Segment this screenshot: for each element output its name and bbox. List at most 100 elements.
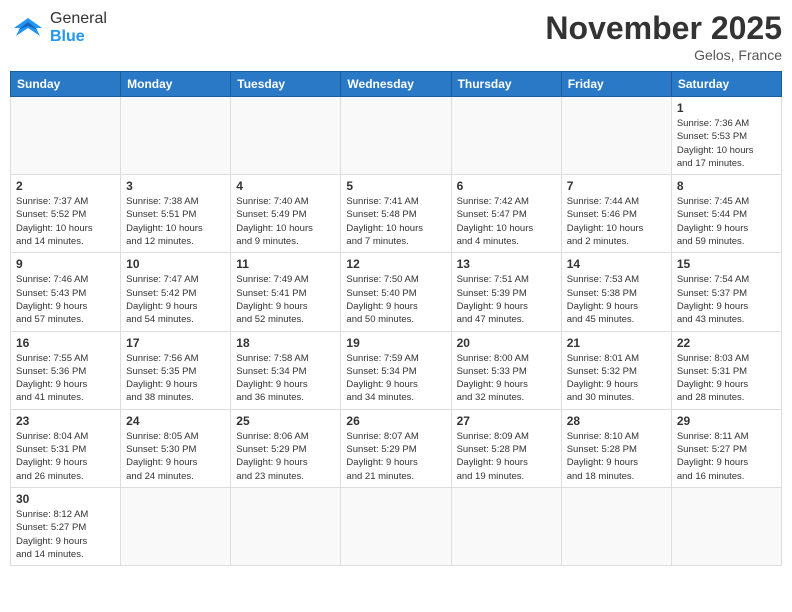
- weekday-header-monday: Monday: [121, 72, 231, 97]
- day-number: 25: [236, 414, 335, 428]
- page-header: General Blue November 2025 Gelos, France: [10, 10, 782, 63]
- day-number: 3: [126, 179, 225, 193]
- calendar-day-cell: 14 Sunrise: 7:53 AM Sunset: 5:38 PM Dayli…: [561, 253, 671, 331]
- day-info: Sunrise: 7:36 AM Sunset: 5:53 PM Dayligh…: [677, 117, 776, 170]
- day-info: Sunrise: 8:04 AM Sunset: 5:31 PM Dayligh…: [16, 430, 115, 483]
- calendar-day-cell: [451, 97, 561, 175]
- calendar-day-cell: 10 Sunrise: 7:47 AM Sunset: 5:42 PM Dayli…: [121, 253, 231, 331]
- calendar-day-cell: [561, 97, 671, 175]
- calendar-day-cell: 19Sunrise: 7:59 AM Sunset: 5:34 PM Dayli…: [341, 331, 451, 409]
- calendar-day-cell: [671, 487, 781, 565]
- calendar-day-cell: 23 Sunrise: 8:04 AM Sunset: 5:31 PM Dayli…: [11, 409, 121, 487]
- day-info: Sunrise: 7:45 AM Sunset: 5:44 PM Dayligh…: [677, 195, 776, 248]
- calendar-day-cell: 18Sunrise: 7:58 AM Sunset: 5:34 PM Dayli…: [231, 331, 341, 409]
- day-info: Sunrise: 8:10 AM Sunset: 5:28 PM Dayligh…: [567, 430, 666, 483]
- day-number: 23: [16, 414, 115, 428]
- day-number: 1: [677, 101, 776, 115]
- day-info: Sunrise: 7:47 AM Sunset: 5:42 PM Dayligh…: [126, 273, 225, 326]
- weekday-header-thursday: Thursday: [451, 72, 561, 97]
- calendar-day-cell: 8 Sunrise: 7:45 AM Sunset: 5:44 PM Daylig…: [671, 175, 781, 253]
- day-number: 6: [457, 179, 556, 193]
- day-info: Sunrise: 8:00 AM Sunset: 5:33 PM Dayligh…: [457, 352, 556, 405]
- day-info: Sunrise: 8:05 AM Sunset: 5:30 PM Dayligh…: [126, 430, 225, 483]
- day-number: 16: [16, 336, 115, 350]
- calendar-day-cell: 30Sunrise: 8:12 AM Sunset: 5:27 PM Dayli…: [11, 487, 121, 565]
- day-info: Sunrise: 7:54 AM Sunset: 5:37 PM Dayligh…: [677, 273, 776, 326]
- calendar-day-cell: 5 Sunrise: 7:41 AM Sunset: 5:48 PM Daylig…: [341, 175, 451, 253]
- logo-icon: [10, 14, 46, 42]
- weekday-header-wednesday: Wednesday: [341, 72, 451, 97]
- day-info: Sunrise: 7:51 AM Sunset: 5:39 PM Dayligh…: [457, 273, 556, 326]
- day-number: 11: [236, 257, 335, 271]
- calendar-day-cell: 2Sunrise: 7:37 AM Sunset: 5:52 PM Daylig…: [11, 175, 121, 253]
- calendar-day-cell: [121, 487, 231, 565]
- calendar-day-cell: 9Sunrise: 7:46 AM Sunset: 5:43 PM Daylig…: [11, 253, 121, 331]
- calendar-week-row: 16 Sunrise: 7:55 AM Sunset: 5:36 PM Dayli…: [11, 331, 782, 409]
- calendar-week-row: 30Sunrise: 8:12 AM Sunset: 5:27 PM Dayli…: [11, 487, 782, 565]
- calendar-week-row: 2Sunrise: 7:37 AM Sunset: 5:52 PM Daylig…: [11, 175, 782, 253]
- day-number: 17: [126, 336, 225, 350]
- calendar-week-row: 23 Sunrise: 8:04 AM Sunset: 5:31 PM Dayli…: [11, 409, 782, 487]
- day-number: 28: [567, 414, 666, 428]
- day-info: Sunrise: 7:53 AM Sunset: 5:38 PM Dayligh…: [567, 273, 666, 326]
- calendar-day-cell: [231, 97, 341, 175]
- day-info: Sunrise: 8:09 AM Sunset: 5:28 PM Dayligh…: [457, 430, 556, 483]
- calendar-day-cell: 16 Sunrise: 7:55 AM Sunset: 5:36 PM Dayli…: [11, 331, 121, 409]
- day-info: Sunrise: 8:06 AM Sunset: 5:29 PM Dayligh…: [236, 430, 335, 483]
- day-number: 21: [567, 336, 666, 350]
- day-info: Sunrise: 7:37 AM Sunset: 5:52 PM Dayligh…: [16, 195, 115, 248]
- day-info: Sunrise: 7:40 AM Sunset: 5:49 PM Dayligh…: [236, 195, 335, 248]
- calendar-day-cell: [561, 487, 671, 565]
- weekday-header-saturday: Saturday: [671, 72, 781, 97]
- calendar-day-cell: 11 Sunrise: 7:49 AM Sunset: 5:41 PM Dayli…: [231, 253, 341, 331]
- calendar-day-cell: [341, 487, 451, 565]
- calendar-day-cell: 20 Sunrise: 8:00 AM Sunset: 5:33 PM Dayli…: [451, 331, 561, 409]
- day-number: 13: [457, 257, 556, 271]
- day-number: 26: [346, 414, 445, 428]
- day-info: Sunrise: 7:42 AM Sunset: 5:47 PM Dayligh…: [457, 195, 556, 248]
- calendar-day-cell: [121, 97, 231, 175]
- logo-text: General Blue: [50, 10, 107, 45]
- day-number: 27: [457, 414, 556, 428]
- calendar-day-cell: 1 Sunrise: 7:36 AM Sunset: 5:53 PM Daylig…: [671, 97, 781, 175]
- day-info: Sunrise: 7:55 AM Sunset: 5:36 PM Dayligh…: [16, 352, 115, 405]
- day-info: Sunrise: 7:41 AM Sunset: 5:48 PM Dayligh…: [346, 195, 445, 248]
- weekday-header-friday: Friday: [561, 72, 671, 97]
- calendar-day-cell: 3 Sunrise: 7:38 AM Sunset: 5:51 PM Daylig…: [121, 175, 231, 253]
- weekday-header-tuesday: Tuesday: [231, 72, 341, 97]
- day-number: 5: [346, 179, 445, 193]
- calendar-day-cell: 22 Sunrise: 8:03 AM Sunset: 5:31 PM Dayli…: [671, 331, 781, 409]
- day-number: 10: [126, 257, 225, 271]
- calendar-day-cell: 4 Sunrise: 7:40 AM Sunset: 5:49 PM Daylig…: [231, 175, 341, 253]
- day-info: Sunrise: 7:49 AM Sunset: 5:41 PM Dayligh…: [236, 273, 335, 326]
- day-number: 12: [346, 257, 445, 271]
- calendar-day-cell: 13 Sunrise: 7:51 AM Sunset: 5:39 PM Dayli…: [451, 253, 561, 331]
- calendar-day-cell: 17Sunrise: 7:56 AM Sunset: 5:35 PM Dayli…: [121, 331, 231, 409]
- day-number: 18: [236, 336, 335, 350]
- month-title: November 2025: [545, 10, 782, 47]
- day-info: Sunrise: 7:46 AM Sunset: 5:43 PM Dayligh…: [16, 273, 115, 326]
- calendar-day-cell: 12 Sunrise: 7:50 AM Sunset: 5:40 PM Dayli…: [341, 253, 451, 331]
- location: Gelos, France: [545, 47, 782, 63]
- day-info: Sunrise: 8:11 AM Sunset: 5:27 PM Dayligh…: [677, 430, 776, 483]
- day-number: 14: [567, 257, 666, 271]
- day-info: Sunrise: 7:38 AM Sunset: 5:51 PM Dayligh…: [126, 195, 225, 248]
- calendar-day-cell: [11, 97, 121, 175]
- day-info: Sunrise: 7:50 AM Sunset: 5:40 PM Dayligh…: [346, 273, 445, 326]
- weekday-header-sunday: Sunday: [11, 72, 121, 97]
- calendar-day-cell: 15Sunrise: 7:54 AM Sunset: 5:37 PM Dayli…: [671, 253, 781, 331]
- day-info: Sunrise: 8:03 AM Sunset: 5:31 PM Dayligh…: [677, 352, 776, 405]
- day-number: 24: [126, 414, 225, 428]
- calendar-day-cell: 21Sunrise: 8:01 AM Sunset: 5:32 PM Dayli…: [561, 331, 671, 409]
- day-info: Sunrise: 7:44 AM Sunset: 5:46 PM Dayligh…: [567, 195, 666, 248]
- day-number: 8: [677, 179, 776, 193]
- title-block: November 2025 Gelos, France: [545, 10, 782, 63]
- day-number: 29: [677, 414, 776, 428]
- calendar-day-cell: 25 Sunrise: 8:06 AM Sunset: 5:29 PM Dayli…: [231, 409, 341, 487]
- calendar-day-cell: [231, 487, 341, 565]
- day-number: 20: [457, 336, 556, 350]
- day-number: 19: [346, 336, 445, 350]
- day-number: 4: [236, 179, 335, 193]
- day-number: 30: [16, 492, 115, 506]
- day-number: 22: [677, 336, 776, 350]
